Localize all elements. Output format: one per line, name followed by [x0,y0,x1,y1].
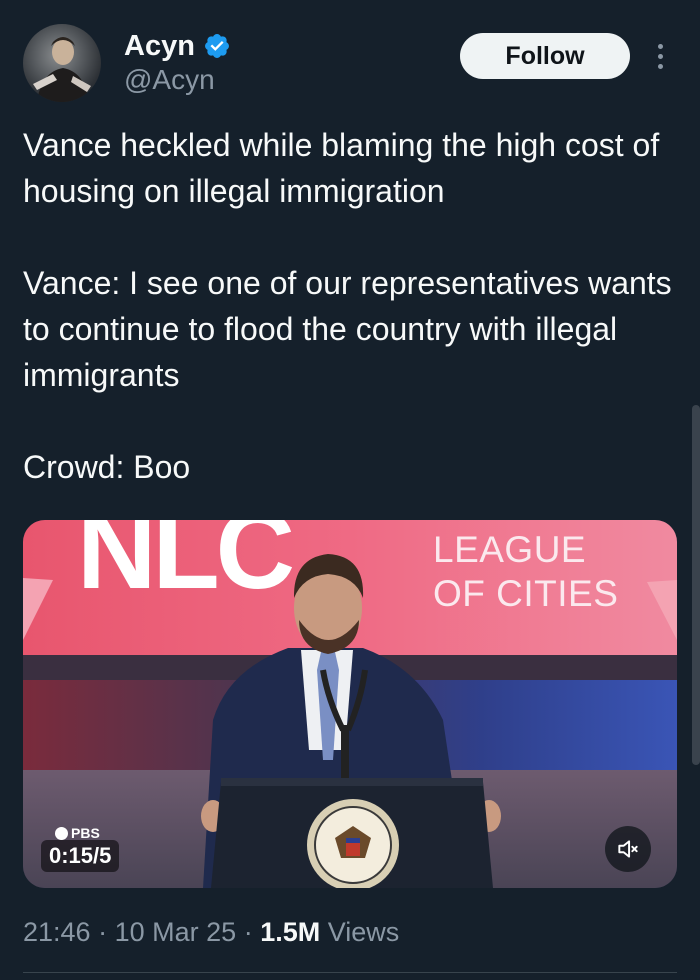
author-display-name[interactable]: Acyn [124,30,195,62]
tweet-date[interactable]: 10 Mar 25 [115,917,237,947]
video-player[interactable]: NLC LEAGUE OF CITIES PBS 0:15/5 [23,520,677,888]
network-watermark: PBS [55,825,100,841]
views-count: 1.5M [260,917,321,947]
more-dot [657,63,663,69]
avatar-photo-icon [33,37,91,102]
volume-muted-icon[interactable] [605,826,651,872]
banner-subtitle: LEAGUE OF CITIES [433,528,618,616]
more-dot [657,43,663,49]
author-name-row[interactable]: Acyn [124,30,231,62]
more-dot [657,53,663,59]
banner-line-2: OF CITIES [433,573,619,614]
video-timestamp: 0:15/5 [41,840,120,872]
scrollbar[interactable] [692,405,700,765]
tweet-meta: 21:46 · 10 Mar 25 · 1.5M Views [23,912,399,952]
tweet-time[interactable]: 21:46 [23,917,91,947]
verified-badge-icon [203,32,231,60]
meta-separator: · [98,917,108,947]
author-handle[interactable]: @Acyn [124,64,215,96]
more-options-icon[interactable] [648,38,672,74]
network-name: PBS [71,825,100,841]
pbs-logo-icon [55,826,68,840]
follow-button[interactable]: Follow [460,33,630,79]
author-avatar[interactable] [23,24,101,102]
banner-logo-text: NLC [77,520,295,612]
banner-line-1: LEAGUE [433,529,587,570]
tweet-text: Vance heckled while blaming the high cos… [23,127,672,485]
meta-separator: · [243,917,253,947]
divider [23,972,677,973]
views-label: Views [327,917,400,947]
